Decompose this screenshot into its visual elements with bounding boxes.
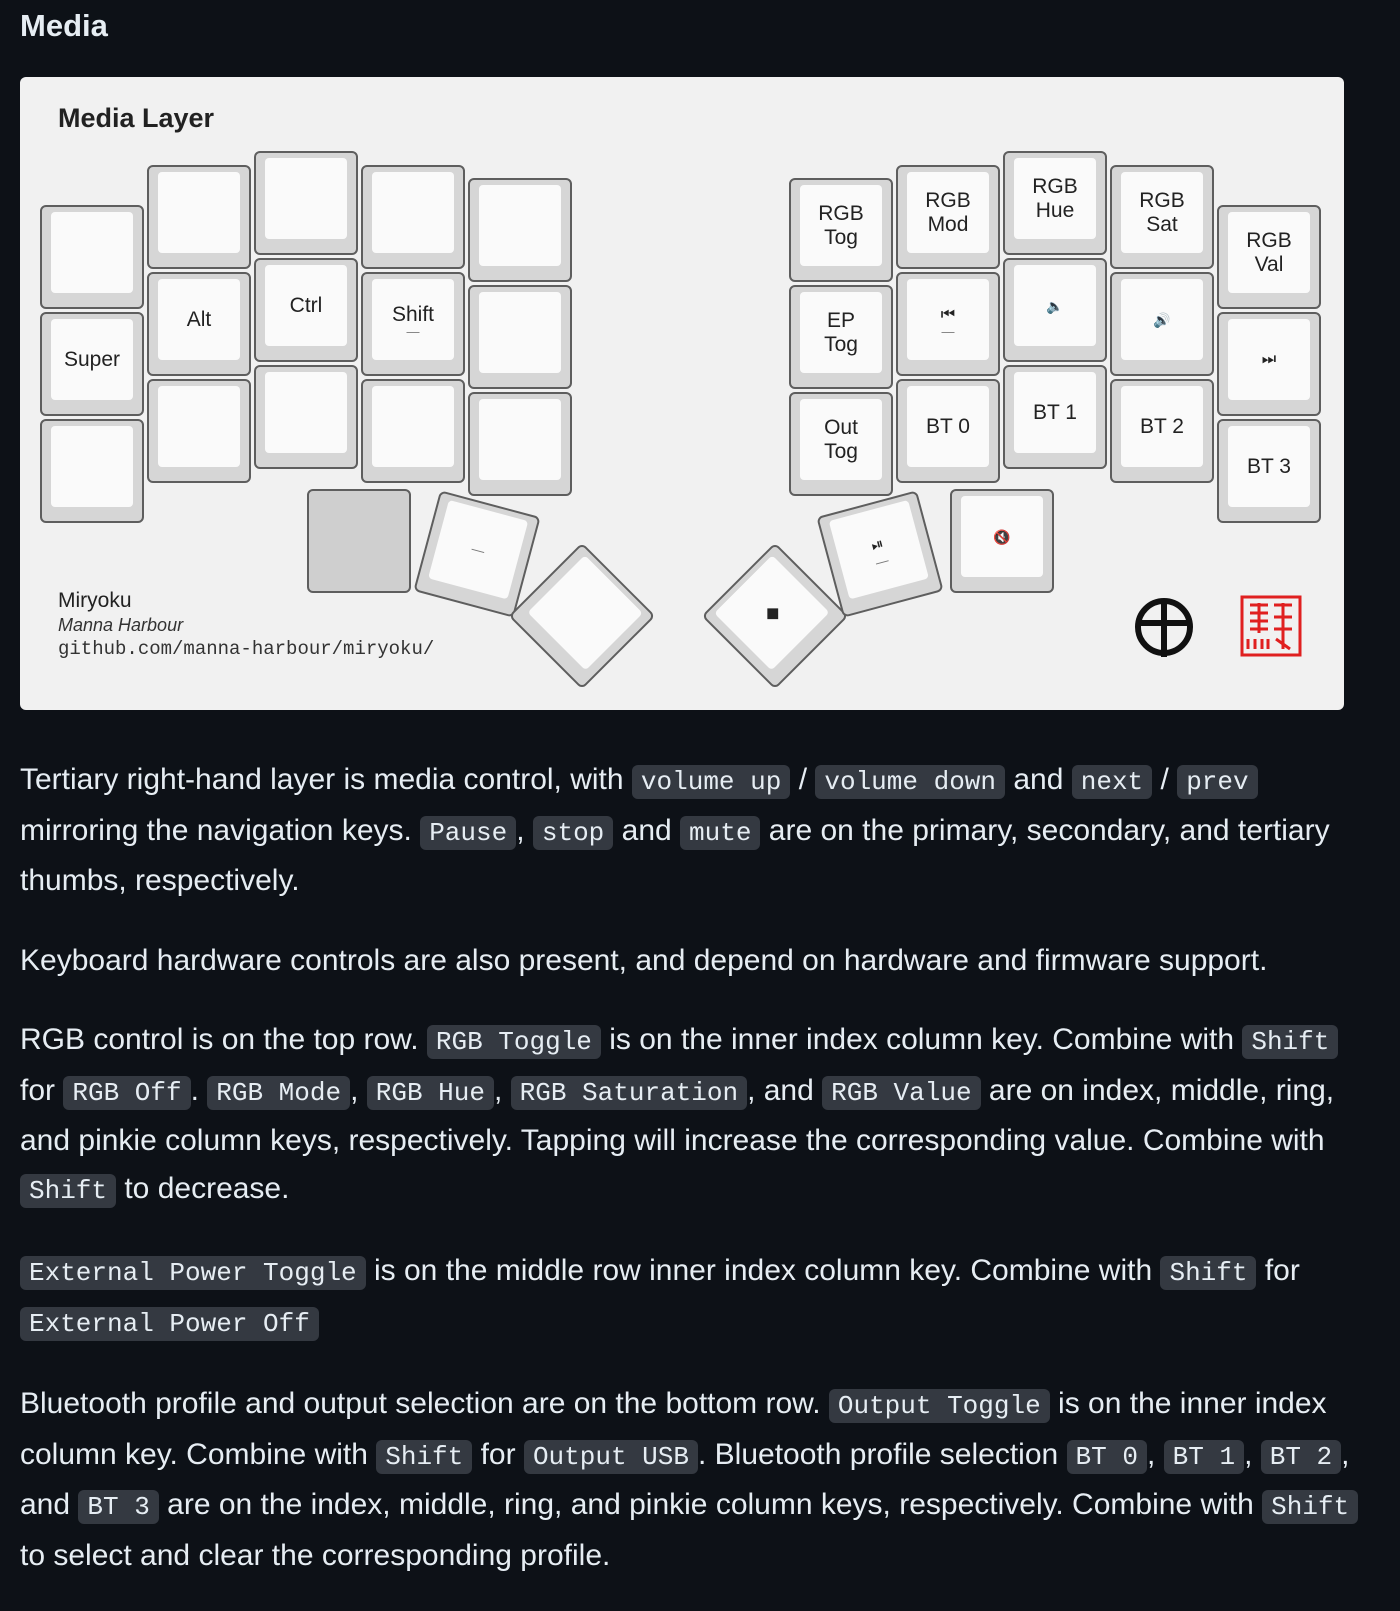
paragraph-rgb-control: RGB control is on the top row. RGB Toggl…	[20, 1016, 1375, 1215]
right-inner-home-key: EP Tog	[789, 285, 893, 389]
right-pinkie-bottom-key: BT 3	[1217, 419, 1321, 523]
next-track-icon: ⏭	[1261, 350, 1277, 368]
right-middle-home-key: 🔈	[1003, 258, 1107, 362]
credit-url: github.com/manna-harbour/miryoku/	[58, 638, 435, 660]
right-pinkie-top-key: RGB Val	[1217, 205, 1321, 309]
left-ring-bottom-key	[147, 379, 251, 483]
media-layer-diagram: Media Layer Super Alt Ctrl Shift — — RGB T…	[20, 77, 1344, 710]
left-pinkie-top-key	[40, 205, 144, 309]
red-seal-icon	[1240, 595, 1302, 657]
paragraph-hardware-controls: Keyboard hardware controls are also pres…	[20, 943, 1268, 977]
credit-author: Manna Harbour	[58, 615, 184, 635]
right-thumb-primary-key: 🔇	[950, 489, 1054, 593]
right-inner-top-key: RGB Tog	[789, 178, 893, 282]
right-index-home-key: ⏮ —	[896, 272, 1000, 376]
left-inner-home-key	[468, 285, 572, 389]
mute-icon: 🔇	[993, 528, 1011, 545]
right-middle-top-key: RGB Hue	[1003, 151, 1107, 255]
right-pinkie-home-key: ⏭	[1217, 312, 1321, 416]
volume-down-icon: 🔈	[1046, 297, 1064, 314]
layer-description: Tertiary right-hand layer is media contr…	[20, 756, 1375, 1611]
left-thumb-tertiary-key	[508, 542, 656, 690]
left-thumb-primary-held-key	[307, 489, 411, 593]
right-thumb-secondary-key: ⏯ —	[816, 490, 944, 618]
left-ring-top-key	[147, 165, 251, 269]
stop-icon: ◆	[758, 599, 786, 627]
right-ring-bottom-key: BT 2	[1110, 379, 1214, 483]
miryoku-logo-icon	[1135, 598, 1193, 657]
left-pinkie-home-key: Super	[40, 312, 144, 416]
left-thumb-secondary-key: —	[413, 490, 541, 618]
left-middle-top-key	[254, 151, 358, 255]
left-pinkie-bottom-key	[40, 419, 144, 523]
right-ring-top-key: RGB Sat	[1110, 165, 1214, 269]
left-middle-bottom-key	[254, 365, 358, 469]
right-thumb-tertiary-key: ◆	[701, 542, 849, 690]
volume-up-icon: 🔊	[1153, 311, 1171, 328]
left-inner-top-key	[468, 178, 572, 282]
paragraph-media-control: Tertiary right-hand layer is media contr…	[20, 763, 1330, 897]
right-inner-bottom-key: Out Tog	[789, 392, 893, 496]
left-ring-home-key: Alt	[147, 272, 251, 376]
left-index-top-key	[361, 165, 465, 269]
diagram-title: Media Layer	[58, 103, 215, 133]
credit-name: Miryoku	[58, 589, 132, 612]
right-middle-bottom-key: BT 1	[1003, 365, 1107, 469]
right-index-bottom-key: BT 0	[896, 379, 1000, 483]
left-middle-home-key: Ctrl	[254, 258, 358, 362]
paragraph-external-power: External Power Toggle is on the middle r…	[20, 1247, 1375, 1348]
section-heading: Media	[20, 8, 108, 43]
left-index-home-key: Shift —	[361, 272, 465, 376]
left-inner-bottom-key	[468, 392, 572, 496]
paragraph-bluetooth: Bluetooth profile and output selection a…	[20, 1380, 1375, 1579]
right-ring-home-key: 🔊	[1110, 272, 1214, 376]
left-index-bottom-key	[361, 379, 465, 483]
prev-track-icon: ⏮	[940, 305, 956, 323]
right-index-top-key: RGB Mod	[896, 165, 1000, 269]
